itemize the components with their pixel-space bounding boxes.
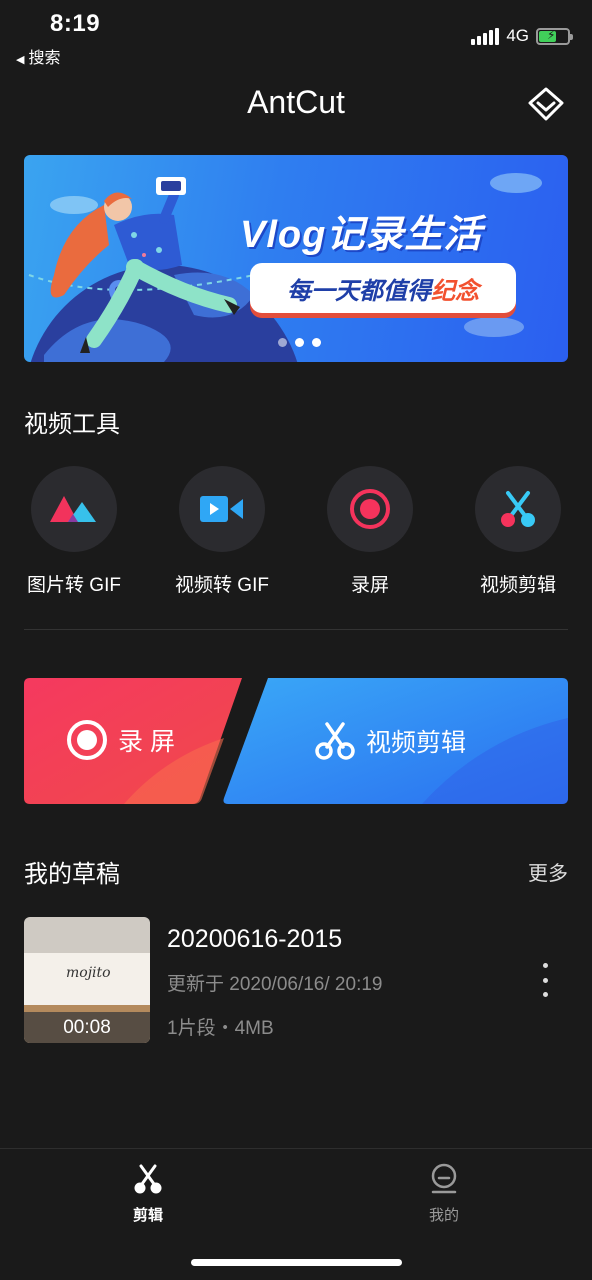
draft-item[interactable]: mojito 00:08 20200616-2015 更新于 2020/06/1…	[24, 917, 568, 1044]
back-triangle-icon: ◀	[16, 54, 25, 66]
banner-tagline-main: 每一天都值得	[287, 277, 431, 305]
tool-video-to-gif[interactable]: 视频转 GIF	[148, 466, 296, 597]
scissors-icon	[134, 1164, 162, 1194]
banner-tagline: 每一天都值得 纪念	[250, 263, 516, 313]
record-card-label: 录 屏	[118, 728, 175, 756]
more-options-icon[interactable]	[530, 963, 560, 997]
status-indicators: 4G ⚡	[471, 26, 573, 46]
thumbnail-text: mojito	[66, 965, 111, 981]
home-indicator[interactable]	[191, 1259, 402, 1266]
drafts-more-link[interactable]: 更多	[528, 857, 568, 886]
banner-dot[interactable]	[278, 338, 287, 347]
drafts-section-title: 我的草稿	[24, 861, 120, 888]
tool-label: 视频剪辑	[479, 575, 556, 596]
draft-duration: 00:08	[24, 1012, 150, 1043]
section-divider	[24, 629, 568, 630]
draft-name: 20200616-2015	[167, 925, 343, 953]
scissors-icon	[475, 466, 561, 552]
diamond-icon[interactable]	[526, 86, 566, 122]
promo-banner[interactable]: Vlog记录生活 每一天都值得 纪念	[24, 155, 568, 362]
network-type: 4G	[506, 26, 529, 45]
video-to-gif-icon	[179, 466, 265, 552]
tool-video-edit[interactable]: 视频剪辑	[444, 466, 592, 597]
banner-dot-active[interactable]	[295, 338, 304, 347]
tools-section-title: 视频工具	[24, 411, 120, 438]
status-time: 8:19	[50, 10, 101, 37]
tool-label: 图片转 GIF	[27, 575, 121, 596]
video-edit-card-label: 视频剪辑	[366, 729, 467, 757]
signal-icon	[471, 27, 500, 45]
status-bar: 8:19 ◀ 搜索 4G ⚡	[0, 0, 592, 70]
app-title: AntCut	[247, 84, 345, 120]
tool-label: 录屏	[350, 575, 389, 596]
draft-updated-time: 更新于 2020/06/16/ 20:19	[167, 974, 383, 995]
record-card[interactable]: 录 屏	[24, 678, 242, 804]
tool-record[interactable]: 录屏	[296, 466, 444, 597]
image-to-gif-icon	[31, 466, 117, 552]
battery-icon: ⚡	[536, 27, 573, 45]
scissors-icon	[315, 722, 355, 760]
banner-tagline-accent: 纪念	[431, 277, 479, 305]
tab-profile[interactable]: 我的	[384, 1163, 504, 1225]
tools-grid: 图片转 GIF 视频转 GIF 录屏 视频剪辑	[0, 466, 592, 606]
back-to-search[interactable]: ◀ 搜索	[16, 44, 60, 68]
tab-edit[interactable]: 剪辑	[88, 1163, 208, 1225]
record-icon	[67, 720, 107, 760]
banner-pager[interactable]	[278, 338, 321, 347]
tab-label: 我的	[428, 1207, 459, 1224]
draft-meta: 1片段・4MB	[167, 1018, 274, 1039]
video-edit-card[interactable]: 视频剪辑	[222, 678, 568, 804]
banner-dot[interactable]	[312, 338, 321, 347]
banner-illustration	[28, 173, 542, 362]
draft-thumbnail[interactable]: mojito 00:08	[24, 917, 150, 1043]
back-label: 搜索	[28, 50, 61, 67]
profile-icon	[431, 1163, 457, 1194]
banner-headline: Vlog记录生活	[240, 214, 483, 256]
record-icon	[327, 466, 413, 552]
tab-label: 剪辑	[132, 1207, 163, 1224]
tool-image-to-gif[interactable]: 图片转 GIF	[0, 466, 148, 597]
tool-label: 视频转 GIF	[175, 575, 269, 596]
